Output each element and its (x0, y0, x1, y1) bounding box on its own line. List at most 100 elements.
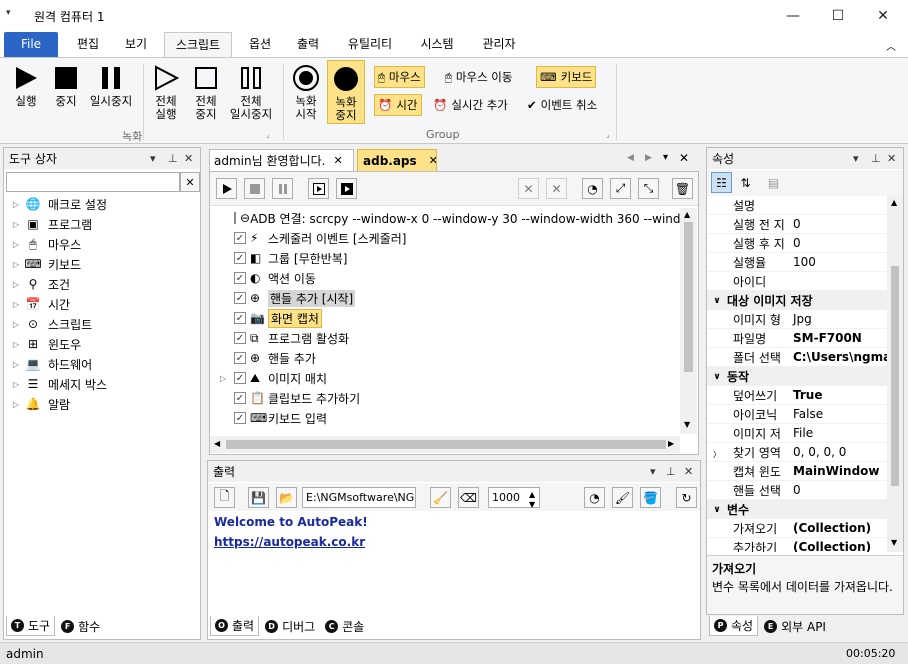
tab-utility[interactable]: 유틸리티 (340, 32, 400, 57)
expand-all-button[interactable]: ⤢ (610, 178, 631, 199)
tab-edit[interactable]: 편집 (68, 32, 108, 57)
dialog-launcher-icon[interactable]: ⌟ (606, 130, 610, 139)
close-tab-icon[interactable]: ✕ (333, 154, 342, 167)
tree-item-alarm[interactable]: ▷ 🔔 알람 (8, 394, 198, 414)
collapse-all-button[interactable]: ⤡ (638, 178, 659, 199)
tree-item-time[interactable]: ▷ 📅 시간 (8, 294, 198, 314)
tree-item-mouse[interactable]: ▷ 🖱 마우스 (8, 234, 198, 254)
run-all-button[interactable]: 전체 실행 (148, 64, 184, 124)
tab-admin[interactable]: 관리자 (474, 32, 524, 57)
script-item[interactable]: ✓ ◧ 그룹 [무한반복] (210, 248, 680, 268)
tab-properties[interactable]: P 속성 (709, 616, 759, 636)
prop-row[interactable]: 아이디 (707, 272, 887, 291)
pin-icon[interactable]: ⊥ (871, 152, 881, 165)
close-tab-icon[interactable]: ✕ (429, 154, 438, 167)
stop-button[interactable]: 중지 (48, 64, 84, 124)
log-path-input[interactable]: E:\NGMsoftware\NG (302, 487, 416, 508)
realtime-add-button[interactable]: ⏰ 실시간 추가 (430, 94, 511, 116)
close-icon[interactable]: ✕ (184, 152, 193, 165)
checkbox[interactable]: ✓ (234, 312, 246, 324)
event-cancel-button[interactable]: ✔ 이벤트 취소 (524, 94, 600, 116)
tab-view[interactable]: 보기 (116, 32, 156, 57)
tab-output[interactable]: 출력 (288, 32, 328, 57)
tab-functions[interactable]: F 함수 (57, 616, 104, 636)
prop-row[interactable]: 폴더 선택 C:\Users\ngma (707, 348, 887, 367)
refresh-button[interactable]: ↻ (676, 487, 697, 508)
fill-button[interactable]: 🪣 (640, 487, 661, 508)
prop-row[interactable]: 캡쳐 윈도 MainWindow (707, 462, 887, 481)
categorized-button[interactable]: ☷ (711, 172, 732, 193)
script-pause-button[interactable] (272, 178, 293, 199)
script-item[interactable]: ✓ ⊕ 핸들 추가 (210, 348, 680, 368)
vertical-scrollbar[interactable]: ▲ ▼ (680, 208, 697, 434)
script-item[interactable]: ✓ ⧉ 프로그램 활성화 (210, 328, 680, 348)
dropdown-icon[interactable]: ▾ (150, 152, 156, 165)
script-item-selected[interactable]: ✓ 📷 화면 캡처 (210, 308, 680, 328)
tab-output-log[interactable]: O 출력 (210, 616, 260, 636)
toolbox-search-input[interactable] (6, 172, 180, 192)
tab-script[interactable]: 스크립트 (164, 32, 232, 57)
save-log-button[interactable]: 💾 (248, 487, 269, 508)
disable-button[interactable]: ✕ (518, 178, 539, 199)
tree-item-hardware[interactable]: ▷ 💻 하드웨어 (8, 354, 198, 374)
horizontal-scrollbar[interactable]: ◀ ▶ (210, 436, 680, 453)
tree-item-messagebox[interactable]: ▷ ☰ 메세지 박스 (8, 374, 198, 394)
prop-row[interactable]: 파일명 SM-F700N (707, 329, 887, 348)
new-log-button[interactable]: 🗋 (214, 487, 235, 508)
prop-row[interactable]: 덮어쓰기 True (707, 386, 887, 405)
property-pages-button[interactable]: ▤ (763, 172, 784, 193)
erase-button[interactable]: ⌫ (458, 487, 479, 508)
close-icon[interactable]: ✕ (684, 465, 693, 478)
properties-scrollbar[interactable]: ▲ ▼ (887, 196, 903, 552)
prop-row[interactable]: 실행율 100 (707, 253, 887, 272)
script-item[interactable]: ⊖ ADB 연결: scrcpy --window-x 0 --window-y … (210, 208, 680, 228)
tree-item-condition[interactable]: ▷ ⚲ 조건 (8, 274, 198, 294)
prop-row[interactable]: 추가하기 (Collection) (707, 538, 887, 552)
window-menu-icon[interactable]: ▾ (6, 8, 11, 18)
collapse-ribbon-icon[interactable]: ︿ (886, 38, 896, 53)
close-button[interactable]: ✕ (860, 0, 906, 32)
tree-item-keyboard[interactable]: ▷ ⌨ 키보드 (8, 254, 198, 274)
prop-row[interactable]: 〉 찾기 영역 0, 0, 0, 0 (707, 443, 887, 462)
close-doc-icon[interactable]: ✕ (679, 151, 689, 165)
checkbox[interactable]: ✓ (234, 232, 246, 244)
mouse-toggle[interactable]: 🖱 마우스 (374, 66, 425, 88)
run-button[interactable]: 실행 (8, 64, 44, 124)
prop-row[interactable]: 가져오기 (Collection) (707, 519, 887, 538)
tab-tools[interactable]: T 도구 (6, 616, 56, 636)
tree-item-script[interactable]: ▷ ⊙ 스크립트 (8, 314, 198, 334)
tab-options[interactable]: 옵션 (240, 32, 280, 57)
maximize-button[interactable]: ☐ (815, 0, 861, 32)
checkbox[interactable]: ✓ (234, 272, 246, 284)
mouse-move-toggle[interactable]: 🖱 마우스 이동 (442, 66, 515, 88)
checkbox[interactable]: ✓ (234, 372, 246, 384)
prop-row[interactable]: 실행 후 지0 (707, 234, 887, 253)
history-button[interactable]: ◔ (582, 178, 603, 199)
prop-row[interactable]: 이미지 저 File (707, 424, 887, 443)
clean-button[interactable]: 🧹 (430, 487, 451, 508)
open-folder-button[interactable]: 📂 (276, 487, 297, 508)
prop-row[interactable]: 핸들 선택 0 (707, 481, 887, 500)
dropdown-icon[interactable]: ▾ (853, 152, 859, 165)
alphabetical-button[interactable]: ⇅ (735, 172, 756, 193)
checkbox[interactable]: ✓ (234, 392, 246, 404)
pin-icon[interactable]: ⊥ (168, 152, 178, 165)
scroll-right-icon[interactable]: ▶ (645, 153, 652, 163)
prop-row[interactable]: 설명 (707, 196, 887, 215)
script-item[interactable]: ✓ ⊕ 핸들 추가 [시작] (210, 288, 680, 308)
tab-system[interactable]: 시스템 (412, 32, 462, 57)
checkbox[interactable]: ✓ (234, 412, 246, 424)
doc-tab-adb[interactable]: adb.aps ✕ (357, 149, 438, 171)
script-item[interactable]: ✓ ⌨ 키보드 입력 (210, 408, 680, 428)
script-item[interactable]: ✓ ◐ 액션 이동 (210, 268, 680, 288)
pause-button[interactable]: 일시중지 (86, 64, 136, 124)
dropdown-icon[interactable]: ▾ (650, 465, 656, 478)
script-stop-button[interactable] (244, 178, 265, 199)
doc-tab-welcome[interactable]: admin님 환영합니다. ✕ (209, 149, 354, 171)
clear-search-button[interactable]: ✕ (180, 172, 200, 192)
keyboard-toggle[interactable]: ⌨ 키보드 (536, 66, 597, 88)
line-limit-stepper[interactable]: 1000 ▲ ▼ (488, 487, 540, 509)
prop-category[interactable]: ∨ 동작 (707, 367, 887, 386)
tab-external-api[interactable]: E 외부 API (760, 616, 830, 636)
script-run-button[interactable] (216, 178, 237, 199)
